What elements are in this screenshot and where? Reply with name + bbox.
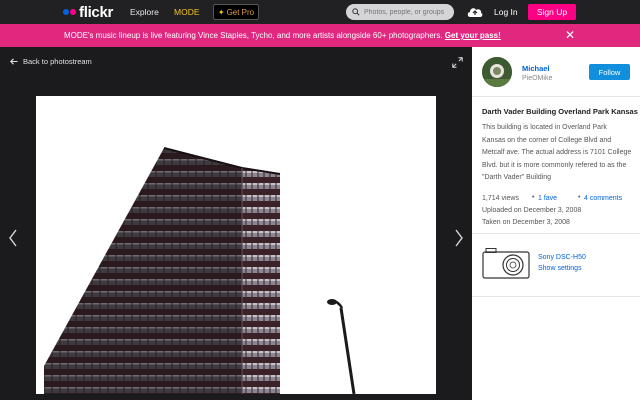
- camera-icon[interactable]: [482, 247, 530, 279]
- divider: [472, 96, 640, 97]
- logo-blue-dot: [63, 9, 69, 15]
- signup-button[interactable]: Sign Up: [528, 4, 576, 20]
- next-photo-arrow-icon[interactable]: [454, 229, 464, 247]
- back-to-photostream-link[interactable]: Back to photostream: [10, 57, 92, 66]
- taken-date: Taken on December 3, 2008: [482, 219, 570, 226]
- follow-button[interactable]: Follow: [589, 64, 630, 80]
- views-count: 1,714 views: [482, 195, 519, 202]
- flickr-logo[interactable]: flickr: [63, 3, 114, 21]
- banner-link[interactable]: Get your pass!: [445, 31, 501, 40]
- get-pro-button[interactable]: ✦ Get Pro: [213, 4, 259, 20]
- owner-alias[interactable]: PieOMike: [522, 75, 552, 82]
- building-photo-image: [44, 147, 356, 394]
- sparkle-icon: ✦: [217, 7, 225, 17]
- photo-title: Darth Vader Building Overland Park Kansa…: [482, 107, 638, 116]
- get-pro-label: Get Pro: [226, 7, 255, 17]
- nav-explore-link[interactable]: Explore: [130, 7, 159, 17]
- avatar-image: [482, 57, 512, 87]
- banner-text: MODE's music lineup is live featuring Vi…: [64, 31, 501, 40]
- photo-description: This building is located in Overland Par…: [482, 124, 632, 181]
- show-settings-link[interactable]: Show settings: [538, 265, 582, 272]
- camera-model-link[interactable]: Sony DSC-H50: [538, 254, 586, 261]
- owner-name[interactable]: Michael: [522, 64, 550, 73]
- divider: [472, 296, 640, 297]
- divider: [472, 233, 640, 234]
- search-input[interactable]: [364, 8, 448, 16]
- faves-link[interactable]: 1 fave: [538, 195, 557, 202]
- logo-pink-dot: [70, 9, 76, 15]
- logo-text: flickr: [79, 3, 114, 21]
- search-box[interactable]: [346, 4, 454, 20]
- nav-mode-link[interactable]: MODE: [174, 7, 200, 17]
- top-nav: flickr Explore MODE ✦ Get Pro Log In Sig…: [0, 0, 640, 24]
- login-link[interactable]: Log In: [494, 7, 518, 17]
- photo-info-sidebar: Michael PieOMike Follow Darth Vader Buil…: [472, 47, 640, 400]
- comments-link[interactable]: 4 comments: [584, 195, 622, 202]
- upload-cloud-icon[interactable]: [466, 5, 484, 19]
- search-icon: [352, 8, 360, 16]
- banner-close-icon[interactable]: ✕: [564, 29, 576, 41]
- photo-stage: Back to photostream: [0, 47, 472, 400]
- stats-separator: •: [532, 194, 535, 201]
- main-photo[interactable]: [36, 96, 436, 394]
- previous-photo-arrow-icon[interactable]: [8, 229, 18, 247]
- expand-icon[interactable]: [452, 57, 463, 68]
- back-arrow-icon: [10, 58, 18, 65]
- promo-banner: MODE's music lineup is live featuring Vi…: [0, 24, 640, 47]
- stats-separator: •: [578, 194, 581, 201]
- banner-message: MODE's music lineup is live featuring Vi…: [64, 31, 443, 40]
- uploaded-date: Uploaded on December 3, 2008: [482, 207, 582, 214]
- owner-avatar[interactable]: [482, 57, 512, 87]
- back-label: Back to photostream: [23, 57, 92, 66]
